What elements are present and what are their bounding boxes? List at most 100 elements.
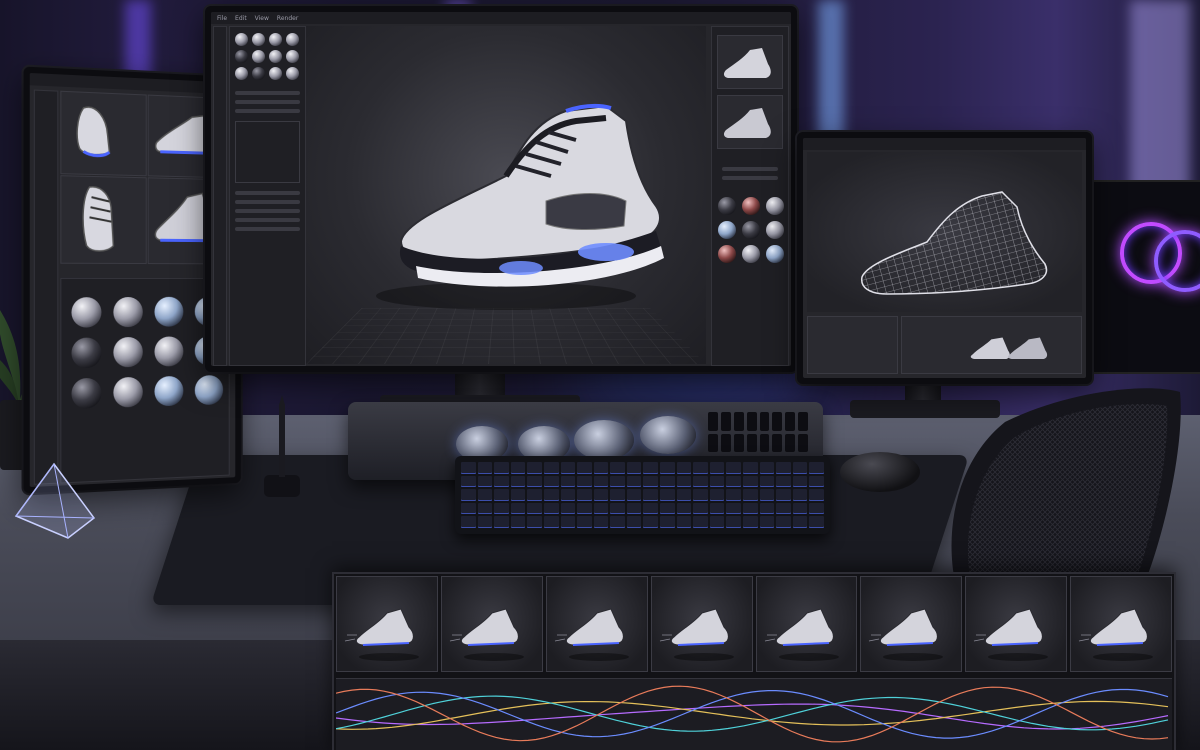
keyboard-key[interactable] <box>693 489 708 501</box>
keyboard-key[interactable] <box>527 475 542 488</box>
keyboard-key[interactable] <box>726 516 742 528</box>
keyboard-key[interactable] <box>809 462 824 474</box>
keyboard-key[interactable] <box>809 516 824 528</box>
keyboard-key[interactable] <box>626 462 642 474</box>
keyboard-key[interactable] <box>792 475 808 488</box>
keyboard-key[interactable] <box>759 462 775 474</box>
keyboard-key[interactable] <box>560 475 576 488</box>
keyboard-key[interactable] <box>577 489 592 501</box>
keyboard-key[interactable] <box>510 502 526 515</box>
keyboard-key[interactable] <box>726 502 742 515</box>
material-ball[interactable] <box>71 337 102 369</box>
keyboard-key[interactable] <box>676 475 692 488</box>
property-row[interactable] <box>235 109 300 113</box>
keyboard-key[interactable] <box>643 475 659 488</box>
keyframe-thumbnail[interactable] <box>860 576 963 672</box>
material-ball[interactable] <box>718 245 736 263</box>
bottom-panel[interactable] <box>901 316 1082 374</box>
animation-curve[interactable] <box>335 695 1169 732</box>
bottom-panel[interactable] <box>807 316 899 374</box>
material-ball[interactable] <box>235 33 248 46</box>
control-button[interactable] <box>772 412 783 431</box>
property-row[interactable] <box>235 200 300 204</box>
keyboard-key[interactable] <box>759 516 775 528</box>
material-ball[interactable] <box>742 197 760 215</box>
material-ball[interactable] <box>252 33 265 46</box>
control-knob[interactable] <box>574 420 634 460</box>
control-button[interactable] <box>708 412 718 431</box>
keyboard-key[interactable] <box>792 502 808 515</box>
thumbnail[interactable] <box>717 95 783 149</box>
keyboard-key[interactable] <box>577 475 592 488</box>
keyboard-key[interactable] <box>560 462 576 474</box>
keyboard-key[interactable] <box>593 502 609 515</box>
keyboard-key[interactable] <box>660 502 675 515</box>
control-button[interactable] <box>759 412 770 431</box>
keyboard-key[interactable] <box>527 489 542 501</box>
keyboard-key[interactable] <box>676 516 692 528</box>
material-ball[interactable] <box>154 296 184 327</box>
keyboard-key[interactable] <box>510 462 526 474</box>
material-ball[interactable] <box>718 221 736 239</box>
menu-item[interactable]: Render <box>277 15 298 22</box>
keyboard-key[interactable] <box>461 489 476 501</box>
keyboard-key[interactable] <box>494 516 509 528</box>
keyboard-key[interactable] <box>560 502 576 515</box>
keyboard-key[interactable] <box>676 489 692 501</box>
control-button[interactable] <box>759 433 770 452</box>
control-button[interactable] <box>708 433 718 452</box>
keyboard-key[interactable] <box>709 462 725 474</box>
material-ball[interactable] <box>154 336 184 367</box>
property-row[interactable] <box>235 227 300 231</box>
keyboard-key[interactable] <box>477 489 493 501</box>
keyboard-key[interactable] <box>743 489 758 501</box>
keyboard-key[interactable] <box>610 502 625 515</box>
keyboard-key[interactable] <box>543 462 559 474</box>
thumbnail[interactable] <box>717 35 783 89</box>
control-button[interactable] <box>720 433 731 452</box>
keyboard-key[interactable] <box>726 462 742 474</box>
keyboard-key[interactable] <box>743 502 758 515</box>
control-button[interactable] <box>720 412 731 431</box>
keyboard-key[interactable] <box>510 489 526 501</box>
property-row[interactable] <box>235 209 300 213</box>
keyboard-key[interactable] <box>759 475 775 488</box>
keyboard-key[interactable] <box>510 516 526 528</box>
keyboard-key[interactable] <box>610 475 625 488</box>
keyboard-key[interactable] <box>543 516 559 528</box>
material-ball[interactable] <box>71 377 102 409</box>
keyframe-thumbnail[interactable] <box>965 576 1068 672</box>
3d-viewport[interactable] <box>306 26 706 364</box>
keyboard-key[interactable] <box>543 475 559 488</box>
keyboard-key[interactable] <box>593 475 609 488</box>
keyboard-key[interactable] <box>643 489 659 501</box>
animation-curve[interactable] <box>335 685 1169 743</box>
control-button[interactable] <box>733 412 744 431</box>
keyboard-key[interactable] <box>693 502 708 515</box>
keyboard-key[interactable] <box>461 516 476 528</box>
property-row[interactable] <box>722 167 778 171</box>
material-ball[interactable] <box>154 375 184 407</box>
keyframe-thumbnail[interactable] <box>440 576 543 672</box>
material-ball[interactable] <box>742 221 760 239</box>
keyboard-key[interactable] <box>494 475 509 488</box>
keyboard-key[interactable] <box>461 475 476 488</box>
keyboard[interactable] <box>455 456 830 534</box>
mouse[interactable] <box>840 452 920 492</box>
keyboard-key[interactable] <box>776 489 791 501</box>
material-ball[interactable] <box>766 245 784 263</box>
keyboard-key[interactable] <box>477 516 493 528</box>
keyboard-key[interactable] <box>676 462 692 474</box>
keyboard-key[interactable] <box>776 475 791 488</box>
keyboard-key[interactable] <box>626 516 642 528</box>
keyboard-key[interactable] <box>527 516 542 528</box>
property-row[interactable] <box>235 191 300 195</box>
material-ball[interactable] <box>269 33 282 46</box>
keyboard-key[interactable] <box>610 489 625 501</box>
keyboard-key[interactable] <box>626 489 642 501</box>
keyboard-key[interactable] <box>610 516 625 528</box>
keyboard-key[interactable] <box>776 516 791 528</box>
material-ball[interactable] <box>742 245 760 263</box>
keyboard-key[interactable] <box>477 502 493 515</box>
keyboard-key[interactable] <box>643 516 659 528</box>
